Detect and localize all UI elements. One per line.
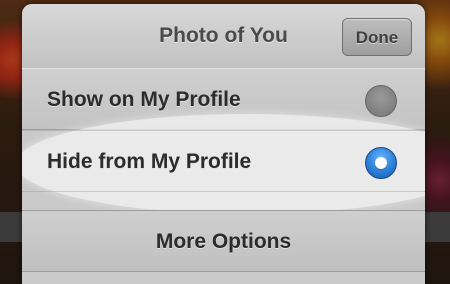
done-button[interactable]: Done bbox=[342, 18, 412, 56]
action-sheet: Photo of You Done Show on My Profile Hid… bbox=[22, 4, 425, 284]
option-hide-from-profile[interactable]: Hide from My Profile bbox=[22, 130, 425, 192]
radio-selected-icon[interactable] bbox=[365, 147, 397, 179]
sheet-header: Photo of You Done bbox=[22, 4, 425, 69]
option-label: Hide from My Profile bbox=[47, 150, 252, 173]
more-options-label: More Options bbox=[155, 230, 292, 253]
radio-dot-icon bbox=[375, 157, 387, 169]
more-options-button[interactable]: More Options bbox=[22, 210, 425, 272]
radio-unselected-icon[interactable] bbox=[365, 85, 397, 117]
screen: Photo of You Done Show on My Profile Hid… bbox=[0, 0, 450, 284]
